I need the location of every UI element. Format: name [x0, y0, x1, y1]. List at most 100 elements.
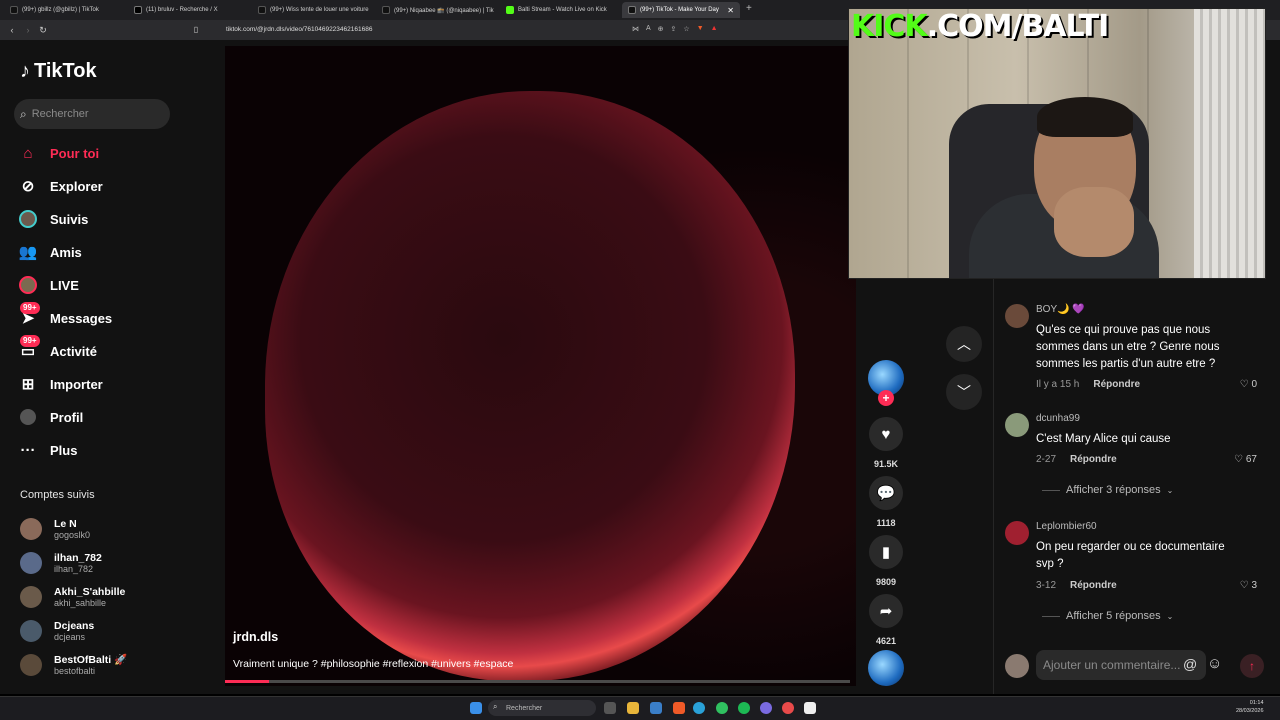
system-clock[interactable]: 01:14 28/03/2026: [1236, 699, 1264, 715]
browser-tab[interactable]: (99+) Wiss tente de louer une voiture: [252, 2, 374, 18]
comment-text: On peu regarder ou ce documentaire svp ?: [1036, 541, 1225, 570]
search-input[interactable]: ⌕ Rechercher: [14, 99, 170, 129]
next-video-button[interactable]: ﹀: [946, 374, 982, 410]
comment-user[interactable]: dcunha99: [1036, 413, 1080, 424]
heart-icon[interactable]: ♥: [869, 417, 903, 451]
nav-item-explore[interactable]: ⊘ Explorer: [18, 174, 103, 198]
nav-item-friends[interactable]: 👥 Amis: [18, 240, 82, 264]
kick-brand-banner: KICK.COM/BALTI: [851, 9, 1109, 44]
followed-account[interactable]: Le Ngogoslk0: [20, 514, 90, 544]
video-progress-fill: [225, 680, 269, 683]
video-author[interactable]: jrdn.dls: [233, 630, 278, 644]
avatar: [20, 586, 42, 608]
share-icon[interactable]: ⇪: [671, 25, 677, 35]
comment-user[interactable]: Leplombier60: [1036, 521, 1097, 532]
chevron-down-icon: ⌄: [1166, 611, 1174, 621]
share-arrow-icon[interactable]: ➦: [869, 594, 903, 628]
telegram-icon[interactable]: [693, 702, 705, 714]
video-player[interactable]: [225, 46, 856, 686]
windows-start-icon[interactable]: [470, 702, 482, 714]
tiktok-favicon-icon: [10, 6, 18, 14]
taskbar-search[interactable]: Rechercher: [488, 700, 596, 716]
reply-button[interactable]: Répondre: [1093, 379, 1140, 390]
media-icon[interactable]: ⋈: [632, 25, 639, 35]
nav-item-live[interactable]: LIVE: [18, 273, 79, 297]
comment-user[interactable]: BOY🌙 💜: [1036, 304, 1085, 315]
browser-tab-active[interactable]: (99+) TikTok - Make Your Day ✕: [622, 2, 740, 18]
rewards-icon[interactable]: ▲: [711, 25, 718, 35]
share-action[interactable]: ➦ 4621: [868, 594, 904, 646]
avatar: [20, 552, 42, 574]
browser-extension-icons: ⋈ A ⊕ ⇪ ☆ ▼ ▲: [632, 25, 742, 35]
reload-icon[interactable]: ↻: [37, 24, 49, 36]
comment-like[interactable]: ♡ 67: [1234, 454, 1257, 465]
comment-meta: 2-27 Répondre: [1036, 454, 1117, 465]
new-tab-icon[interactable]: +: [746, 3, 752, 14]
followed-accounts-title: Comptes suivis: [20, 489, 95, 501]
file-explorer-icon[interactable]: [627, 702, 639, 714]
followed-account[interactable]: ilhan_782 ilhan_782: [20, 548, 102, 578]
notion-icon[interactable]: [804, 702, 816, 714]
show-replies-button[interactable]: Afficher 3 réponses ⌄: [1042, 484, 1173, 496]
streamer-hand: [1054, 187, 1134, 257]
discord-icon[interactable]: [760, 702, 772, 714]
mail-icon[interactable]: [650, 702, 662, 714]
follow-plus-icon[interactable]: +: [878, 390, 894, 406]
nav-item-profile[interactable]: Profil: [18, 405, 83, 429]
nav-item-following[interactable]: Suivis: [18, 207, 88, 231]
save-action[interactable]: ▮ 9809: [868, 535, 904, 587]
nav-item-activity[interactable]: ▭ 99+ Activité: [18, 335, 97, 363]
divider: [1042, 489, 1060, 491]
more-icon: ···: [20, 441, 36, 459]
avatar[interactable]: [1005, 413, 1029, 437]
nav-item-more[interactable]: ··· Plus: [18, 438, 78, 462]
task-view-icon[interactable]: [604, 702, 616, 714]
comment-like[interactable]: ♡ 0: [1240, 379, 1257, 390]
avatar[interactable]: [1005, 304, 1029, 328]
comment-action[interactable]: 💬 1118: [868, 476, 904, 528]
previous-video-button[interactable]: ︿: [946, 326, 982, 362]
video-progress-bar[interactable]: [225, 680, 850, 683]
emoji-icon[interactable]: ☺: [1207, 655, 1222, 672]
nav-item-for-you[interactable]: ⌂ Pour toi: [18, 141, 99, 165]
windows-taskbar: [0, 696, 1280, 720]
browser-tab[interactable]: (99+) Niqaabee 🕋 (@niqaabee) | Tik: [376, 2, 498, 18]
back-icon[interactable]: ‹: [6, 24, 18, 36]
tiktok-logo[interactable]: ♪ TikTok: [20, 60, 97, 83]
comment-like[interactable]: ♡ 3: [1240, 580, 1257, 591]
zoom-icon[interactable]: ⊕: [658, 25, 664, 35]
comment-input[interactable]: Ajouter un commentaire...: [1036, 650, 1206, 680]
followed-account[interactable]: BestOfBalti 🚀 bestofbalti: [20, 650, 127, 680]
tiktok-note-icon: ♪: [20, 60, 30, 82]
nav-item-upload[interactable]: ⊞ Importer: [18, 372, 103, 396]
brave-browser-icon[interactable]: [673, 702, 685, 714]
kick-favicon-icon: [506, 6, 514, 14]
app-icon[interactable]: [782, 702, 794, 714]
mention-icon[interactable]: @: [1183, 656, 1197, 672]
close-tab-icon[interactable]: ✕: [727, 6, 734, 15]
followed-account[interactable]: Dcjeans dcjeans: [20, 616, 94, 646]
share-count: 4621: [875, 636, 897, 646]
whatsapp-icon[interactable]: [716, 702, 728, 714]
browser-tab[interactable]: Balti Stream - Watch Live on Kick: [500, 2, 622, 18]
forward-icon[interactable]: ›: [22, 24, 34, 36]
like-action[interactable]: ♥ 91.5K: [868, 417, 904, 469]
comment-icon[interactable]: 💬: [869, 476, 903, 510]
followed-account[interactable]: Akhi_S'ahbille akhi_sahbille: [20, 582, 125, 612]
show-replies-button[interactable]: Afficher 5 réponses ⌄: [1042, 610, 1173, 622]
send-comment-button[interactable]: ↑: [1240, 654, 1264, 678]
browser-tab[interactable]: (99+) gbillz (@gbillz) | TikTok: [4, 2, 126, 18]
bookmark-icon[interactable]: ▮: [869, 535, 903, 569]
reply-button[interactable]: Répondre: [1070, 454, 1117, 465]
bookmark-icon[interactable]: ▯: [190, 24, 202, 36]
brave-shield-icon[interactable]: ▼: [697, 25, 704, 35]
nav-item-messages[interactable]: ➤ 99+ Messages: [18, 302, 112, 330]
activity-icon: ▭ 99+: [18, 335, 40, 361]
reply-button[interactable]: Répondre: [1070, 580, 1117, 591]
translate-icon[interactable]: A: [646, 25, 651, 35]
sound-avatar[interactable]: [868, 650, 904, 686]
bookmark-star-icon[interactable]: ☆: [683, 25, 689, 35]
spotify-icon[interactable]: [738, 702, 750, 714]
browser-tab[interactable]: (11) bruluv - Recherche / X: [128, 2, 250, 18]
avatar[interactable]: [1005, 521, 1029, 545]
